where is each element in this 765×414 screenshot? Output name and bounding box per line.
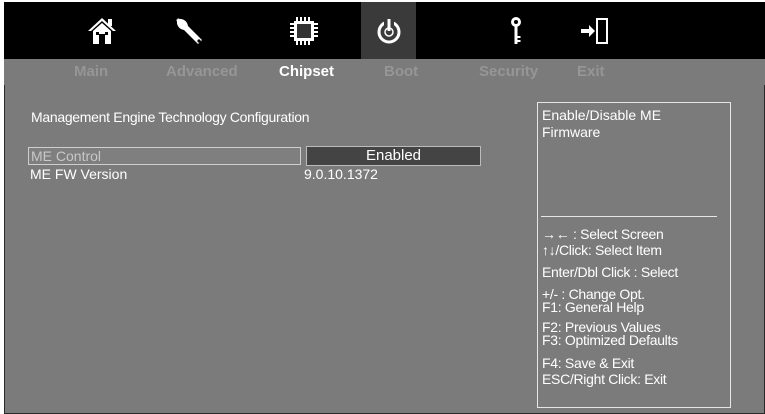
key-icon	[510, 16, 521, 44]
me-control-value[interactable]: Enabled	[306, 146, 481, 166]
help-line-save-exit: F4: Save & Exit	[542, 355, 634, 371]
tab-main[interactable]: Main	[74, 63, 108, 80]
tab-chipset[interactable]: Chipset	[279, 63, 334, 80]
help-panel: Enable/Disable ME Firmware →← : Select S…	[537, 102, 731, 408]
help-line-optimized-defaults: F3: Optimized Defaults	[542, 332, 678, 348]
tab-security[interactable]: Security	[479, 63, 538, 80]
tab-advanced[interactable]: Advanced	[166, 63, 238, 80]
help-line-select: Enter/Dbl Click : Select	[542, 264, 678, 280]
help-line-general-help: F1: General Help	[542, 299, 644, 315]
security-tab-icon-button[interactable]	[488, 2, 543, 59]
icon-bar	[4, 2, 765, 59]
chipset-tab-icon-button[interactable]	[276, 2, 331, 59]
me-control-label[interactable]: ME Control	[28, 147, 301, 165]
exit-tab-icon-button[interactable]	[567, 2, 622, 59]
section-title: Management Engine Technology Configurati…	[31, 109, 310, 125]
power-icon	[377, 17, 400, 43]
help-description: Enable/Disable ME Firmware	[542, 107, 662, 140]
help-line-esc-exit: ESC/Right Click: Exit	[542, 371, 667, 387]
me-fw-version-label: ME FW Version	[30, 166, 128, 182]
settings-panel: Management Engine Technology Configurati…	[4, 85, 765, 414]
me-fw-version-value: 9.0.10.1372	[304, 166, 378, 182]
chip-icon	[289, 16, 318, 45]
tab-bar: Main Advanced Chipset Boot Security Exit	[4, 59, 765, 85]
wrench-icon	[175, 17, 202, 44]
help-divider	[541, 216, 717, 217]
boot-tab-icon-button[interactable]	[361, 2, 416, 59]
advanced-tab-icon-button[interactable]	[161, 2, 216, 59]
exit-door-icon	[580, 17, 608, 44]
main-tab-icon-button[interactable]	[74, 2, 129, 59]
help-line-select-item: ↑↓/Click: Select Item	[542, 242, 662, 258]
help-line-select-screen: →← : Select Screen	[542, 226, 664, 242]
home-icon	[87, 17, 116, 44]
tab-boot[interactable]: Boot	[384, 63, 418, 80]
tab-exit[interactable]: Exit	[577, 63, 605, 80]
